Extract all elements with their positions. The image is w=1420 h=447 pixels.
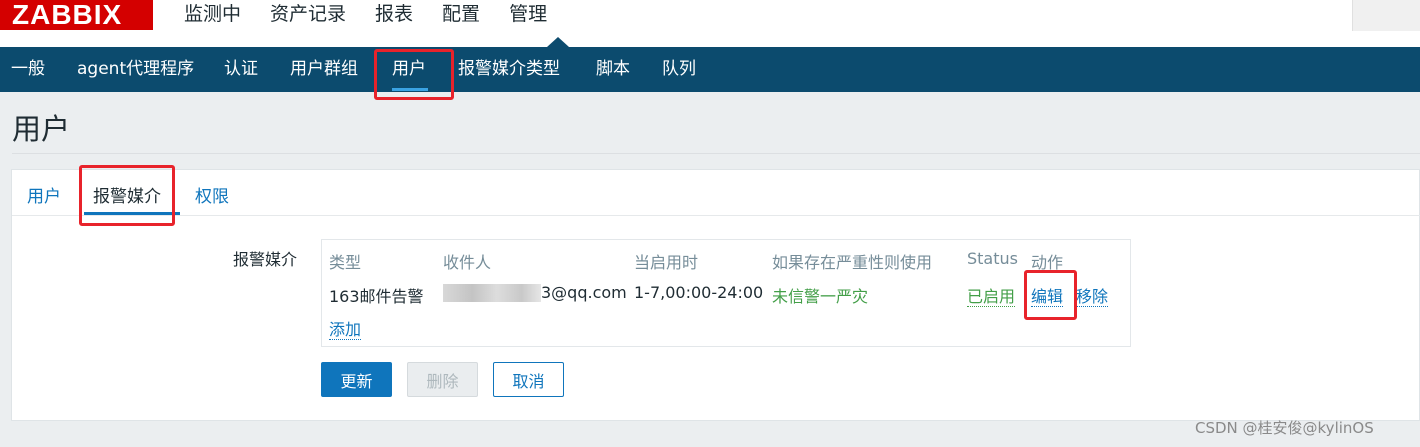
highlight-box-media-tab — [79, 165, 175, 226]
column-header-status: Status — [967, 249, 1018, 268]
update-button[interactable]: 更新 — [321, 362, 392, 397]
tab-permissions[interactable]: 权限 — [195, 182, 229, 207]
column-header-type: 类型 — [329, 253, 362, 272]
sub-nav-user-groups[interactable]: 用户群组 — [290, 47, 358, 92]
tab-user[interactable]: 用户 — [27, 182, 61, 207]
sub-nav: 一般 agent代理程序 认证 用户群组 用户 报警媒介类型 脚本 队列 — [0, 47, 1420, 92]
media-field-label: 报警媒介 — [233, 250, 298, 269]
cancel-button[interactable]: 取消 — [493, 362, 564, 397]
title-divider — [12, 153, 1420, 154]
search-input[interactable] — [1352, 0, 1420, 31]
top-nav-inventory[interactable]: 资产记录 — [270, 0, 346, 30]
media-when-active-cell: 1-7,00:00-24:00 — [634, 283, 764, 302]
highlight-box-edit-link — [1024, 270, 1077, 320]
delete-button[interactable]: 删除 — [407, 362, 478, 397]
media-recipient-cell: 3@qq.com — [541, 283, 627, 302]
media-severity-cell: 未信警一严灾 — [772, 287, 869, 306]
tabs-divider — [12, 215, 1420, 216]
watermark-text: CSDN @桂安俊@kylinOS — [1195, 419, 1374, 437]
zabbix-logo[interactable]: ZABBIX — [0, 0, 153, 30]
media-add-link[interactable]: 添加 — [329, 320, 362, 340]
top-nav-configuration[interactable]: 配置 — [442, 0, 480, 30]
media-type-cell: 163邮件告警 — [329, 287, 424, 306]
media-remove-link[interactable]: 移除 — [1076, 287, 1109, 307]
column-header-recipient: 收件人 — [443, 253, 492, 272]
sub-nav-authentication[interactable]: 认证 — [224, 47, 258, 92]
top-bar: ZABBIX 监测中 资产记录 报表 配置 管理 — [0, 0, 1420, 47]
sub-nav-scripts[interactable]: 脚本 — [596, 47, 630, 92]
highlight-box-users-nav — [374, 49, 454, 100]
sub-nav-media-types[interactable]: 报警媒介类型 — [458, 47, 560, 92]
redacted-recipient-blur — [443, 284, 541, 302]
page-title: 用户 — [12, 112, 71, 146]
sub-nav-queue[interactable]: 队列 — [662, 47, 696, 92]
column-header-when-active: 当启用时 — [634, 253, 699, 272]
top-nav-reports[interactable]: 报表 — [375, 0, 413, 30]
top-nav-monitoring[interactable]: 监测中 — [184, 0, 241, 30]
top-nav: 监测中 资产记录 报表 配置 管理 — [184, 0, 576, 30]
column-header-severity: 如果存在严重性则使用 — [772, 253, 933, 272]
sub-nav-proxies[interactable]: agent代理程序 — [77, 47, 194, 92]
media-status-toggle[interactable]: 已启用 — [967, 287, 1016, 307]
top-nav-administration[interactable]: 管理 — [509, 0, 547, 30]
sub-nav-general[interactable]: 一般 — [11, 47, 45, 92]
active-menu-caret-icon — [547, 37, 569, 47]
